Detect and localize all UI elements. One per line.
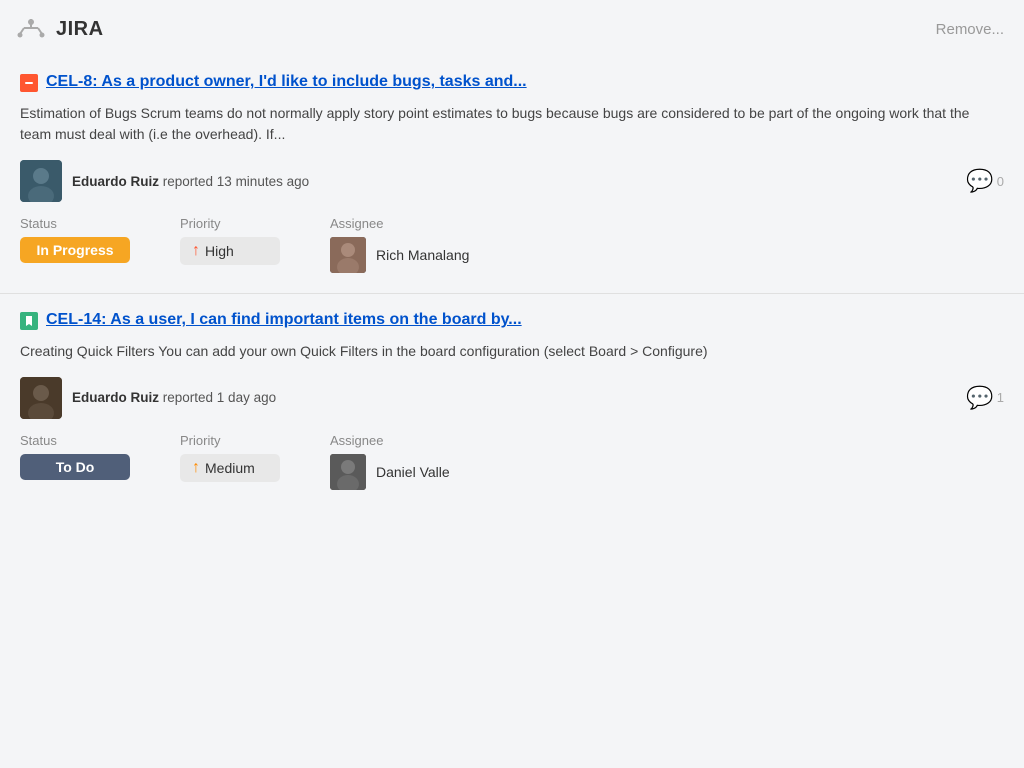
reporter-row-2: Eduardo Ruiz reported 1 day ago 💬 1	[20, 377, 1004, 419]
priority-label-2: Priority	[180, 433, 280, 448]
comment-section-1: 💬 0	[966, 168, 1004, 194]
card-body-2: Eduardo Ruiz reported 1 day ago 💬 1 Stat…	[20, 377, 1004, 490]
assignee-label-1: Assignee	[330, 216, 469, 231]
priority-arrow-icon-1: ↑	[192, 242, 200, 260]
comment-count-1: 0	[997, 174, 1004, 189]
reporter-time-2: reported 1 day ago	[163, 390, 276, 405]
comment-icon-1: 💬	[966, 168, 993, 194]
meta-row-2: Status To Do Priority ↑ Medium Assignee	[20, 433, 1004, 490]
reporter-name-2: Eduardo Ruiz	[72, 390, 159, 405]
reporter-avatar-1	[20, 160, 62, 202]
assignee-label-2: Assignee	[330, 433, 450, 448]
jira-logo-icon	[16, 14, 46, 44]
assignee-avatar-1	[330, 237, 366, 273]
issue-card-1: CEL-8: As a product owner, I'd like to i…	[0, 56, 1024, 294]
app-title: JIRA	[56, 18, 104, 41]
priority-arrow-icon-2: ↑	[192, 459, 200, 477]
meta-assignee-1: Assignee Rich Manalang	[330, 216, 469, 273]
meta-status-1: Status In Progress	[20, 216, 130, 263]
priority-value-2: Medium	[205, 460, 255, 476]
reporter-text-1: Eduardo Ruiz reported 13 minutes ago	[72, 174, 309, 189]
priority-value-1: High	[205, 243, 234, 259]
reporter-name-1: Eduardo Ruiz	[72, 174, 159, 189]
priority-label-1: Priority	[180, 216, 280, 231]
meta-priority-1: Priority ↑ High	[180, 216, 280, 265]
issue-link-2[interactable]: CEL-14: As a user, I can find important …	[46, 310, 522, 331]
assignee-name-1: Rich Manalang	[376, 247, 469, 263]
reporter-avatar-2	[20, 377, 62, 419]
reporter-text-2: Eduardo Ruiz reported 1 day ago	[72, 390, 276, 405]
priority-badge-2: ↑ Medium	[180, 454, 280, 482]
meta-row-1: Status In Progress Priority ↑ High Assig…	[20, 216, 1004, 273]
issue-card-2: CEL-14: As a user, I can find important …	[0, 294, 1024, 509]
story-type-icon	[20, 312, 38, 330]
card-body-1: Eduardo Ruiz reported 13 minutes ago 💬 0…	[20, 160, 1004, 273]
assignee-row-2: Daniel Valle	[330, 454, 450, 490]
assignee-avatar-2	[330, 454, 366, 490]
app-container: JIRA Remove... CEL-8: As a product owner…	[0, 0, 1024, 510]
priority-badge-1: ↑ High	[180, 237, 280, 265]
header: JIRA Remove...	[0, 0, 1024, 56]
issue-title-row-1: CEL-8: As a product owner, I'd like to i…	[20, 72, 1004, 93]
reporter-row-1: Eduardo Ruiz reported 13 minutes ago 💬 0	[20, 160, 1004, 202]
status-label-2: Status	[20, 433, 130, 448]
comment-icon-2: 💬	[966, 385, 993, 411]
issue-link-1[interactable]: CEL-8: As a product owner, I'd like to i…	[46, 72, 527, 93]
assignee-name-2: Daniel Valle	[376, 464, 450, 480]
issue-description-1: Estimation of Bugs Scrum teams do not no…	[20, 103, 1004, 146]
meta-status-2: Status To Do	[20, 433, 130, 480]
status-label-1: Status	[20, 216, 130, 231]
meta-assignee-2: Assignee Daniel Valle	[330, 433, 450, 490]
issue-description-2: Creating Quick Filters You can add your …	[20, 341, 1004, 363]
remove-link[interactable]: Remove...	[936, 21, 1004, 38]
issue-title-row-2: CEL-14: As a user, I can find important …	[20, 310, 1004, 331]
meta-priority-2: Priority ↑ Medium	[180, 433, 280, 482]
reporter-time-1: reported 13 minutes ago	[163, 174, 309, 189]
header-left: JIRA	[16, 14, 104, 44]
status-badge-2: To Do	[20, 454, 130, 480]
comment-section-2: 💬 1	[966, 385, 1004, 411]
status-badge-1: In Progress	[20, 237, 130, 263]
assignee-row-1: Rich Manalang	[330, 237, 469, 273]
comment-count-2: 1	[997, 390, 1004, 405]
bug-type-icon	[20, 74, 38, 92]
